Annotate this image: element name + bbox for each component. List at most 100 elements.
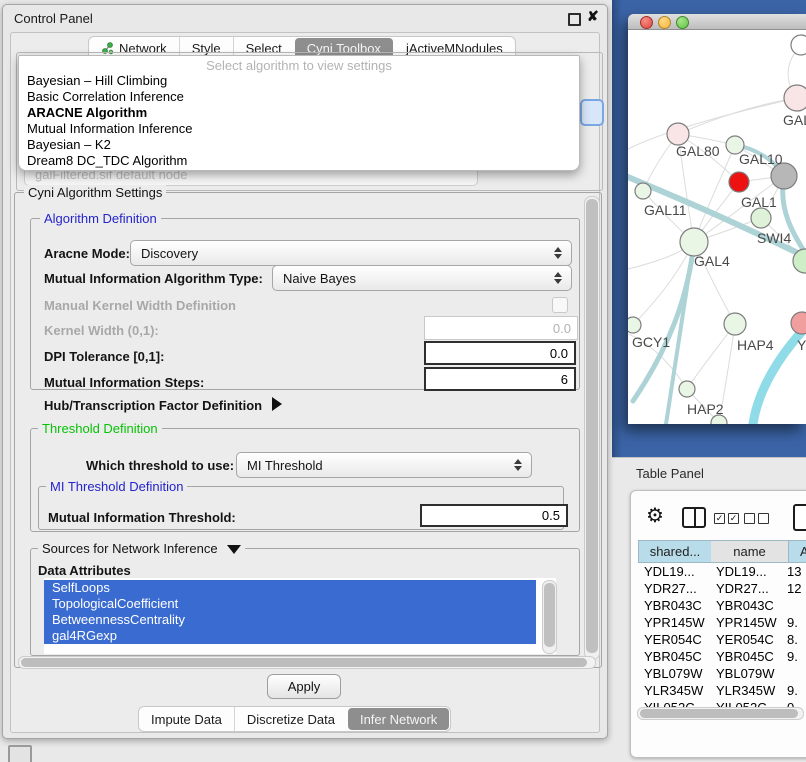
network-canvas[interactable] <box>628 29 806 424</box>
mi-algorithm-type-combo[interactable]: Naive Bayes <box>272 265 572 291</box>
list-item-betweennesscentrality[interactable]: BetweennessCentrality <box>44 612 536 628</box>
list-item-topologicalcoefficient[interactable]: TopologicalCoefficient <box>44 596 536 612</box>
table-cell[interactable]: 9. <box>787 615 806 630</box>
table-cell[interactable]: 9. <box>787 683 806 698</box>
aracne-mode-label: Aracne Mode: <box>44 246 130 261</box>
table-cell[interactable]: 12 <box>787 581 806 596</box>
dropdown-item-dream8[interactable]: Dream8 DC_TDC Algorithm <box>19 153 579 169</box>
table-panel-title: Table Panel <box>636 466 704 481</box>
chevron-updown-icon <box>514 459 522 471</box>
mi-steps-field[interactable]: 6 <box>424 367 576 391</box>
table-cell[interactable]: YBR043C <box>716 598 784 613</box>
table-cell[interactable]: YLR345W <box>716 683 784 698</box>
chevron-updown-icon <box>554 247 562 259</box>
table-cell[interactable]: YBL079W <box>716 666 784 681</box>
function-builder-icon[interactable] <box>793 504 806 531</box>
node-label-gcy1: GCY1 <box>632 334 670 350</box>
table-cell[interactable]: YBR045C <box>716 649 784 664</box>
network-window-titlebar[interactable] <box>628 14 806 30</box>
kernel-width-label: Kernel Width (0,1): <box>44 323 159 338</box>
sources-legend-label: Sources for Network Inference <box>42 541 218 556</box>
dropdown-item-basic-correlation[interactable]: Basic Correlation Inference <box>19 89 579 105</box>
node-label-swi4: SWI4 <box>757 230 791 246</box>
float-window-icon[interactable] <box>568 13 581 26</box>
tab-impute-data[interactable]: Impute Data <box>139 707 234 731</box>
node-salmon[interactable] <box>791 312 806 334</box>
algorithm-definition-legend: Algorithm Definition <box>40 211 161 226</box>
dropdown-item-bayesian-k2[interactable]: Bayesian – K2 <box>19 137 579 153</box>
table-cell[interactable]: YDL19... <box>644 564 708 579</box>
which-threshold-combo[interactable]: MI Threshold <box>236 452 532 478</box>
table-cell[interactable]: YDL19... <box>716 564 784 579</box>
aracne-mode-value: Discovery <box>131 246 554 261</box>
dropdown-item-bayesian-hill-climbing[interactable]: Bayesian – Hill Climbing <box>19 73 579 89</box>
select-all-icon[interactable]: ✓✓ <box>714 513 739 524</box>
node-hap4[interactable] <box>724 313 746 335</box>
mi-threshold-field[interactable]: 0.5 <box>420 504 568 527</box>
table-horizontal-scrollbar[interactable] <box>637 707 804 720</box>
mi-threshold-label: Mutual Information Threshold: <box>48 510 236 525</box>
apply-button[interactable]: Apply <box>267 674 341 699</box>
node-red-selected[interactable] <box>729 172 749 192</box>
dropdown-item-mutual-information[interactable]: Mutual Information Inference <box>19 121 579 137</box>
manual-kernel-width-checkbox[interactable] <box>552 297 568 313</box>
node-partial-top[interactable] <box>791 35 806 55</box>
which-threshold-value: MI Threshold <box>237 458 514 473</box>
algorithm-dropdown-prompt: Select algorithm to view settings <box>19 58 579 73</box>
node-gcy1[interactable] <box>628 317 641 333</box>
node-gal80[interactable] <box>667 123 689 145</box>
node-label-gal10: GAL10 <box>739 151 783 167</box>
table-cell[interactable]: 8. <box>787 632 806 647</box>
mi-steps-label: Mutual Information Steps: <box>44 375 204 390</box>
table-cell[interactable]: YPR145W <box>644 615 708 630</box>
table-cell[interactable]: YBL079W <box>644 666 708 681</box>
table-cell[interactable]: 9. <box>787 649 806 664</box>
minimize-traffic-icon[interactable] <box>658 16 671 29</box>
list-item-gal4rgexp[interactable]: gal4RGexp <box>44 628 536 644</box>
attributes-vertical-scrollbar[interactable] <box>542 580 557 654</box>
tab-discretize-data[interactable]: Discretize Data <box>234 707 347 731</box>
table-cell[interactable]: YDR27... <box>644 581 708 596</box>
cyni-bottom-tabbar: Impute Data Discretize Data Infer Networ… <box>138 706 451 732</box>
cyni-algorithm-settings-legend: Cyni Algorithm Settings <box>24 185 166 200</box>
expand-arrow-icon[interactable] <box>272 397 282 411</box>
deselect-all-icon[interactable] <box>744 513 769 524</box>
table-cell[interactable]: YLR345W <box>644 683 708 698</box>
collapse-arrow-icon[interactable] <box>227 545 241 554</box>
node-label-y: Y <box>797 337 806 353</box>
table-cell[interactable]: YBR043C <box>644 598 708 613</box>
algorithm-combo-arrow-button[interactable] <box>580 99 604 126</box>
tab-infer-network[interactable]: Infer Network <box>348 708 449 730</box>
column-header-shared-name[interactable]: shared... <box>638 540 712 563</box>
split-view-icon[interactable] <box>682 507 706 528</box>
node-gal11[interactable] <box>635 183 651 199</box>
node-hap2[interactable] <box>679 381 695 397</box>
control-panel-title: Control Panel <box>14 11 93 26</box>
table-cell[interactable]: YBR045C <box>644 649 708 664</box>
settings-horizontal-scrollbar[interactable] <box>18 656 596 669</box>
column-header-name[interactable]: name <box>711 540 789 563</box>
table-cell[interactable]: 13 <box>787 564 806 579</box>
settings-vertical-scrollbar[interactable] <box>584 196 600 660</box>
close-traffic-icon[interactable] <box>640 16 653 29</box>
dropdown-item-aracne[interactable]: ARACNE Algorithm <box>19 105 579 121</box>
table-cell[interactable]: YER054C <box>716 632 784 647</box>
minimized-panel-icon[interactable] <box>8 745 32 762</box>
gear-icon[interactable]: ⚙ <box>646 506 664 526</box>
node-label-hap4: HAP4 <box>737 337 774 353</box>
column-header-clipped[interactable]: A <box>789 540 806 563</box>
table-cell[interactable]: YDR27... <box>716 581 784 596</box>
list-item-selfloops[interactable]: SelfLoops <box>44 580 536 596</box>
aracne-mode-combo[interactable]: Discovery <box>130 240 572 266</box>
node-gal1[interactable] <box>751 208 771 228</box>
node-gal[interactable] <box>784 85 806 111</box>
kernel-width-field[interactable]: 0.0 <box>424 316 578 340</box>
dpi-tolerance-field[interactable]: 0.0 <box>424 341 576 365</box>
zoom-traffic-icon[interactable] <box>676 16 689 29</box>
table-cell[interactable]: YPR145W <box>716 615 784 630</box>
node-label-gal4: GAL4 <box>694 253 730 269</box>
node-label-gal11: GAL11 <box>644 202 687 218</box>
table-cell[interactable]: YER054C <box>644 632 708 647</box>
node-gal4[interactable] <box>680 228 708 256</box>
close-window-icon[interactable]: ✘ <box>587 8 599 25</box>
